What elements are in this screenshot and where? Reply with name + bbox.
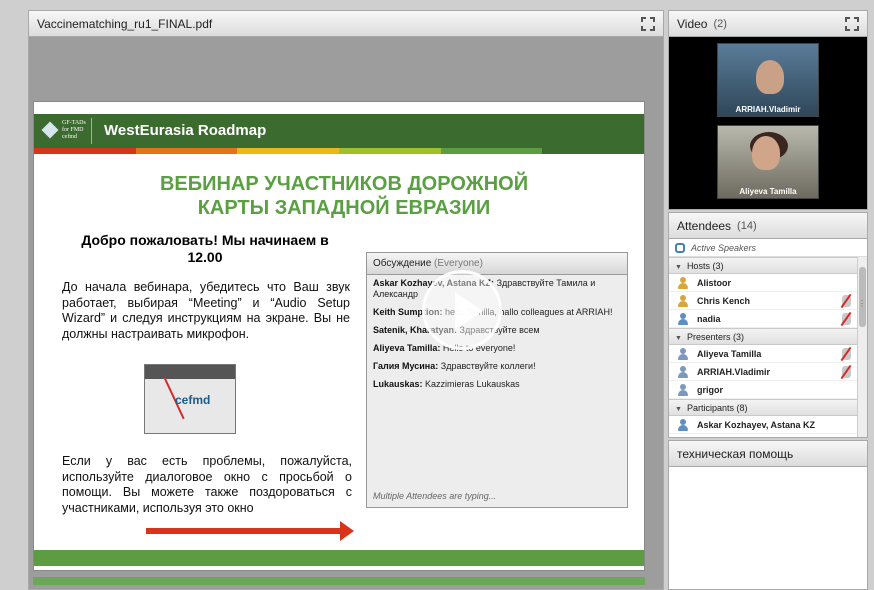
slide-title: ВЕБИНАР УЧАСТНИКОВ ДОРОЖНОЙ КАРТЫ ЗАПАДН… [159,173,529,219]
help-paragraph: Если у вас есть проблемы, пожалуйста, ис… [62,454,352,515]
mic-muted-icon [842,295,851,307]
mic-muted-icon [842,313,851,325]
attendees-pod-title: Attendees [677,218,732,233]
chat-message: Lukauskas: Kazzimieras Lukauskas [373,379,520,389]
video-pod: Video (2) ARRIAH.Vladimir Aliyeva Tamill… [668,10,868,210]
next-slide-strip [33,577,645,585]
attendee-scrollbar[interactable] [857,257,867,437]
slide-banner: GF-TADs for FMD cefmd WestEurasia Roadma… [34,114,644,148]
presenter-icon [677,366,689,378]
group-hosts[interactable]: Hosts (3) [669,257,857,274]
host-icon [677,277,689,289]
webcam-name: Aliyeva Tamilla [739,187,797,196]
list-item[interactable]: nadia [669,310,857,328]
phone-icon [675,243,685,253]
fullscreen-icon[interactable] [641,17,655,31]
presenter-icon [677,348,689,360]
share-pod-title: Vaccinematching_ru1_FINAL.pdf [37,16,213,31]
stripe [440,148,543,154]
stripe [339,148,441,154]
group-participants[interactable]: Participants (8) [669,399,857,416]
webcam-feed[interactable]: Aliyeva Tamilla [717,125,819,199]
color-stripes [34,148,645,154]
user-icon [677,419,689,431]
presenter-icon [677,384,689,396]
person-silhouette [752,136,780,170]
list-item[interactable]: Alistoor [669,274,857,292]
webcam-feed[interactable]: ARRIAH.Vladimir [717,43,819,117]
presentation-slide: GF-TADs for FMD cefmd WestEurasia Roadma… [33,101,645,571]
gf-tads-logo: GF-TADs for FMD cefmd [41,118,92,144]
share-pod: Vaccinematching_ru1_FINAL.pdf GF-TADs fo… [28,10,664,590]
mic-muted-icon [842,366,851,378]
group-presenters[interactable]: Presenters (3) [669,328,857,345]
fullscreen-icon[interactable] [845,17,859,31]
stripe [34,148,136,154]
meeting-menu-screenshot: cefmd [144,364,236,434]
slide-footer-bar [34,550,644,566]
list-item[interactable]: Aliyeva Tamilla [669,345,857,363]
person-silhouette [756,60,784,94]
banner-title: WestEurasia Roadmap [104,122,267,139]
tech-help-title: техническая помощь [677,446,794,461]
attendees-pod-header: Attendees (14) [669,213,867,239]
logo-diamond-icon [41,121,59,139]
attendees-pod: Attendees (14) Active Speakers Hosts (3)… [668,212,868,438]
stripe [135,148,238,154]
welcome-heading: Добро пожаловать! Мы начинаем в 12.00 [81,232,329,265]
mic-muted-icon [842,348,851,360]
play-icon[interactable] [422,270,502,350]
more-options-icon[interactable]: ⋮ [858,299,866,308]
attendee-count: (14) [737,219,757,232]
host-icon [677,295,689,307]
user-icon [677,313,689,325]
video-pod-title: Video [677,16,708,31]
list-item[interactable]: ARRIAH.Vladimir [669,363,857,381]
chat-message: Галия Мусина: Здравствуйте коллеги! [373,361,536,371]
red-arrow-icon [146,521,354,541]
tech-help-header: техническая помощь [669,441,867,467]
share-pod-header: Vaccinematching_ru1_FINAL.pdf [29,11,663,37]
typing-indicator: Multiple Attendees are typing... [373,491,497,501]
video-count: (2) [713,17,727,30]
chat-message: Aliyeva Tamilla: Hello to everyone! [373,343,516,353]
active-speakers-row: Active Speakers [669,239,867,257]
list-item[interactable]: Askar Kozhayev, Astana KZ [669,416,857,434]
stripe [542,148,645,154]
tech-help-pod: техническая помощь [668,440,868,590]
list-item[interactable]: Chris Kench [669,292,857,310]
webcam-name: ARRIAH.Vladimir [735,105,801,114]
instructions-paragraph: До начала вебинара, убедитесь что Ваш зв… [62,280,350,341]
stripe [237,148,340,154]
list-item[interactable]: grigor [669,381,857,399]
cefmd-logo: cefmd [175,393,211,407]
chat-title: Обсуждение [373,258,432,269]
chat-subtitle: (Everyone) [434,258,483,269]
video-pod-header: Video (2) [669,11,867,37]
attendee-list: Hosts (3) Alistoor Chris Kench nadia Pre… [669,257,857,434]
